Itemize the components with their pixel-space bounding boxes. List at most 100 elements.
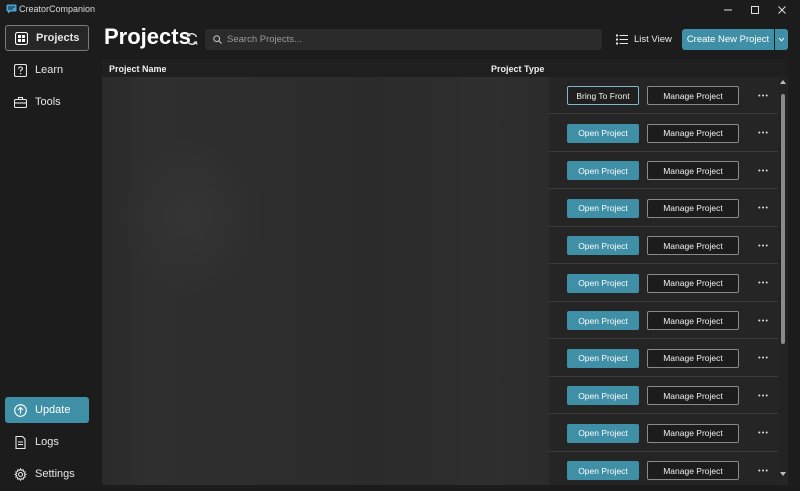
open-project-button[interactable]: Open Project bbox=[567, 461, 639, 480]
column-header-project-name[interactable]: Project Name bbox=[109, 64, 167, 74]
list-icon bbox=[616, 34, 628, 45]
more-options-button[interactable] bbox=[755, 351, 771, 365]
open-project-button[interactable]: Open Project bbox=[567, 311, 639, 330]
sidebar-item-logs[interactable]: Logs bbox=[5, 429, 89, 455]
manage-project-button[interactable]: Manage Project bbox=[647, 461, 739, 480]
refresh-icon bbox=[186, 33, 198, 45]
ellipsis-icon bbox=[758, 244, 768, 246]
bring-to-front-button[interactable]: Bring To Front bbox=[567, 86, 639, 105]
table-row[interactable]: Open Project Manage Project bbox=[549, 377, 780, 414]
sidebar-item-label: Learn bbox=[35, 64, 64, 76]
open-project-button[interactable]: Open Project bbox=[567, 386, 639, 405]
table-row[interactable]: Bring To Front Manage Project bbox=[549, 77, 780, 114]
table-row[interactable]: Open Project Manage Project bbox=[549, 189, 780, 227]
table-header: Project Name Project Type bbox=[102, 59, 788, 77]
sidebar-item-label: Settings bbox=[35, 468, 75, 480]
ellipsis-icon bbox=[758, 356, 768, 359]
open-project-button[interactable]: Open Project bbox=[567, 423, 639, 443]
ellipsis-icon bbox=[758, 431, 768, 434]
window-title: CreatorCompanion bbox=[19, 4, 96, 14]
projects-table: Project Name Project Type Bring To Front… bbox=[102, 59, 788, 485]
open-project-button[interactable]: Open Project bbox=[567, 123, 639, 143]
create-new-project-button[interactable]: Create New Project bbox=[682, 29, 774, 50]
sidebar-item-update[interactable]: Update bbox=[5, 397, 89, 423]
maximize-icon bbox=[751, 6, 759, 14]
toolbox-icon bbox=[14, 96, 27, 109]
close-icon bbox=[778, 6, 786, 14]
project-list-blurred bbox=[102, 77, 549, 485]
ellipsis-icon bbox=[758, 319, 768, 321]
app-logo-icon bbox=[6, 4, 17, 14]
sidebar-item-projects[interactable]: Projects bbox=[5, 25, 89, 51]
sidebar-item-tools[interactable]: Tools bbox=[5, 89, 89, 115]
ellipsis-icon bbox=[758, 94, 768, 96]
document-icon bbox=[14, 435, 27, 449]
page-title: Projects bbox=[104, 24, 191, 49]
manage-project-button[interactable]: Manage Project bbox=[647, 198, 739, 218]
table-row[interactable]: Open Project Manage Project bbox=[549, 264, 780, 302]
manage-project-button[interactable]: Manage Project bbox=[647, 311, 739, 330]
open-project-button[interactable]: Open Project bbox=[567, 348, 639, 368]
arrow-up-circle-icon bbox=[14, 403, 27, 417]
more-options-button[interactable] bbox=[755, 276, 771, 290]
column-header-project-type[interactable]: Project Type bbox=[491, 64, 544, 74]
more-options-button[interactable] bbox=[755, 388, 771, 402]
manage-project-button[interactable]: Manage Project bbox=[647, 86, 739, 105]
minimize-icon bbox=[724, 9, 732, 11]
sidebar-item-learn[interactable]: Learn bbox=[5, 57, 89, 83]
table-row[interactable]: Open Project Manage Project bbox=[549, 152, 780, 189]
minimize-button[interactable] bbox=[715, 0, 741, 20]
open-project-button[interactable]: Open Project bbox=[567, 198, 639, 218]
scrollbar-thumb[interactable] bbox=[781, 94, 785, 344]
more-options-button[interactable] bbox=[755, 313, 771, 327]
sidebar-item-settings[interactable]: Settings bbox=[5, 461, 89, 487]
open-project-button[interactable]: Open Project bbox=[567, 236, 639, 255]
list-view-label: List View bbox=[634, 34, 672, 45]
more-options-button[interactable] bbox=[755, 88, 771, 102]
sidebar-item-label: Update bbox=[35, 404, 71, 416]
more-options-button[interactable] bbox=[755, 201, 771, 215]
table-row[interactable]: Open Project Manage Project bbox=[549, 114, 780, 152]
scroll-down-icon[interactable] bbox=[779, 469, 787, 479]
open-project-button[interactable]: Open Project bbox=[567, 273, 639, 293]
manage-project-button[interactable]: Manage Project bbox=[647, 386, 739, 405]
more-options-button[interactable] bbox=[755, 238, 771, 252]
manage-project-button[interactable]: Manage Project bbox=[647, 236, 739, 255]
search-input[interactable] bbox=[227, 34, 597, 45]
create-options-dropdown[interactable] bbox=[775, 29, 788, 50]
refresh-button[interactable] bbox=[185, 32, 199, 46]
table-row[interactable]: Open Project Manage Project bbox=[549, 227, 780, 264]
more-options-button[interactable] bbox=[755, 426, 771, 440]
more-options-button[interactable] bbox=[755, 126, 771, 140]
list-view-toggle[interactable]: List View bbox=[612, 29, 674, 50]
table-row[interactable]: Open Project Manage Project bbox=[549, 414, 780, 452]
open-project-button[interactable]: Open Project bbox=[567, 161, 639, 180]
ellipsis-icon bbox=[758, 394, 768, 396]
more-options-button[interactable] bbox=[755, 463, 771, 477]
grid-icon bbox=[15, 31, 28, 45]
manage-project-button[interactable]: Manage Project bbox=[647, 348, 739, 368]
search-icon bbox=[213, 35, 222, 44]
ellipsis-icon bbox=[758, 206, 768, 209]
manage-project-button[interactable]: Manage Project bbox=[647, 161, 739, 180]
sidebar-item-label: Tools bbox=[35, 96, 61, 108]
gear-icon bbox=[14, 467, 27, 481]
ellipsis-icon bbox=[758, 281, 768, 284]
ellipsis-icon bbox=[758, 469, 768, 471]
table-row[interactable]: Open Project Manage Project bbox=[549, 339, 780, 377]
scrollbar[interactable] bbox=[778, 77, 788, 479]
sidebar-item-label: Logs bbox=[35, 436, 59, 448]
manage-project-button[interactable]: Manage Project bbox=[647, 273, 739, 293]
table-row[interactable]: Open Project Manage Project bbox=[549, 302, 780, 339]
scroll-up-icon[interactable] bbox=[779, 77, 787, 87]
question-icon bbox=[14, 63, 27, 77]
manage-project-button[interactable]: Manage Project bbox=[647, 423, 739, 443]
chevron-down-icon bbox=[778, 37, 785, 42]
maximize-button[interactable] bbox=[742, 0, 768, 20]
manage-project-button[interactable]: Manage Project bbox=[647, 123, 739, 143]
close-button[interactable] bbox=[769, 0, 795, 20]
table-row[interactable]: Open Project Manage Project bbox=[549, 452, 780, 485]
ellipsis-icon bbox=[758, 131, 768, 134]
more-options-button[interactable] bbox=[755, 163, 771, 177]
sidebar: Projects Learn Tools Update Logs Setting… bbox=[0, 20, 94, 491]
